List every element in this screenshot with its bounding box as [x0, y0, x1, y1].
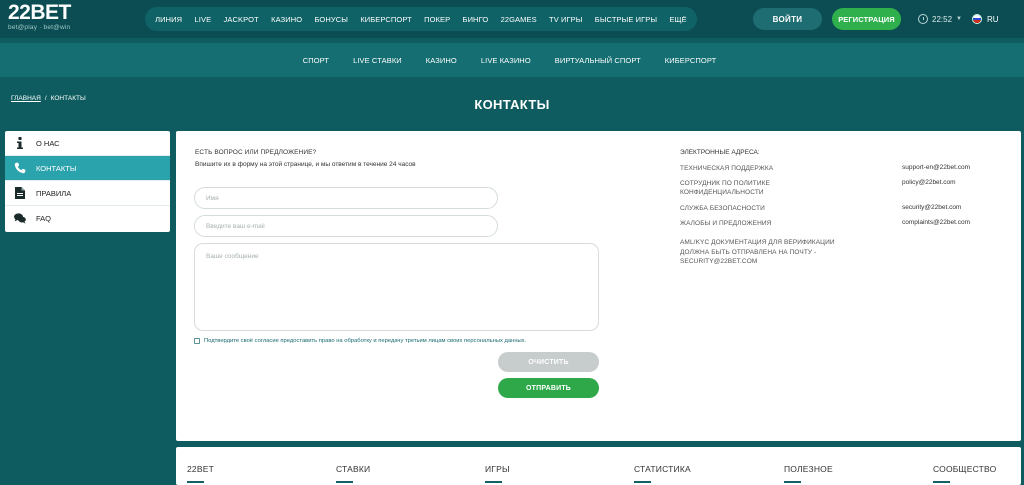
clock-icon — [918, 14, 928, 24]
register-button[interactable]: РЕГИСТРАЦИЯ — [832, 8, 901, 30]
nav-item-tv-games[interactable]: TV ИГРЫ — [549, 15, 582, 24]
chat-icon — [14, 213, 26, 225]
nav-item-more[interactable]: ЕЩЁ — [669, 15, 686, 24]
email-label: ЖАЛОБЫ И ПРЕДЛОЖЕНИЯ — [680, 220, 772, 227]
nav-item-fast-games[interactable]: БЫСТРЫЕ ИГРЫ — [595, 15, 657, 24]
email-label: ТЕХНИЧЕСКАЯ ПОДДЕРЖКА — [680, 165, 774, 172]
aml-kyc-note: AML/KYC ДОКУМЕНТАЦИЯ ДЛЯ ВЕРИФИКАЦИИ ДОЛ… — [680, 239, 835, 265]
sidebar-item-about[interactable]: О НАС — [5, 131, 170, 156]
footer-column-title: ПОЛЕЗНОЕ — [784, 464, 833, 474]
email-value[interactable]: security@22bet.com — [902, 204, 961, 211]
form-title: ЕСТЬ ВОПРОС ИЛИ ПРЕДЛОЖЕНИЕ? — [195, 149, 317, 156]
footer-column-title: СООБЩЕСТВО — [933, 464, 997, 474]
nav-item-bonuses[interactable]: БОНУСЫ — [314, 15, 348, 24]
subnav-item-casino[interactable]: КАЗИНО — [426, 56, 457, 65]
subnav-item-virtual-sport[interactable]: ВИРТУАЛЬНЫЙ СПОРТ — [555, 56, 641, 65]
sidebar-item-label: ПРАВИЛА — [36, 188, 72, 198]
page-title: КОНТАКТЫ — [474, 97, 550, 112]
nav-item-bingo[interactable]: БИНГО — [463, 15, 489, 24]
footer-column-title: ИГРЫ — [485, 464, 510, 474]
phone-icon — [14, 162, 26, 174]
sidebar-item-label: О НАС — [36, 138, 60, 148]
footer-divider — [187, 481, 204, 483]
footer-column-games[interactable]: ИГРЫ — [485, 464, 510, 483]
logo[interactable]: 22BET bet@play · bet@win — [8, 1, 108, 35]
chevron-down-icon: ▼ — [956, 16, 962, 22]
consent-text: Подтвердите своё согласие предоставить п… — [204, 338, 527, 344]
contact-card: ЕСТЬ ВОПРОС ИЛИ ПРЕДЛОЖЕНИЕ? Впишите их … — [176, 131, 1021, 441]
login-button[interactable]: ВОЙТИ — [753, 8, 822, 30]
footer-column-community[interactable]: СООБЩЕСТВО — [933, 464, 996, 483]
email-label: СЛУЖБА БЕЗОПАСНОСТИ — [680, 205, 765, 212]
logo-number: 22 — [8, 1, 31, 24]
form-subtitle: Впишите их в форму на этой странице, и м… — [195, 161, 416, 168]
subnav-item-live-casino[interactable]: LIVE КАЗИНО — [481, 56, 531, 65]
email-label: СОТРУДНИК ПО ПОЛИТИКЕ КОНФИДЕНЦИАЛЬНОСТИ — [680, 180, 770, 196]
language-selector[interactable]: RU — [972, 12, 999, 26]
sidebar: О НАС КОНТАКТЫ ПРАВИЛА FAQ — [5, 131, 170, 232]
footer-column-title: 22BET — [187, 464, 214, 474]
email-row: СЛУЖБА БЕЗОПАСНОСТИ security@22bet.com — [680, 204, 1000, 213]
email-row: СОТРУДНИК ПО ПОЛИТИКЕ КОНФИДЕНЦИАЛЬНОСТИ… — [680, 179, 1000, 197]
nav-item-22games[interactable]: 22GAMES — [501, 15, 537, 24]
sidebar-item-rules[interactable]: ПРАВИЛА — [5, 181, 170, 206]
emails-heading: ЭЛЕКТРОННЫЕ АДРЕСА: — [680, 149, 760, 156]
logo-wordmark: 22BET — [8, 1, 108, 24]
footer-column-statistics[interactable]: СТАТИСТИКА — [634, 464, 691, 483]
send-button[interactable]: ОТПРАВИТЬ — [498, 378, 599, 398]
sidebar-item-label: FAQ — [36, 214, 52, 223]
email-row: ТЕХНИЧЕСКАЯ ПОДДЕРЖКА support-en@22bet.c… — [680, 164, 1000, 173]
footer-divider — [784, 481, 801, 483]
email-value[interactable]: policy@22bet.com — [902, 179, 956, 186]
footer: 22BET СТАВКИ ИГРЫ СТАТИСТИКА ПОЛЕЗНОЕ СО… — [176, 447, 1021, 485]
info-icon — [14, 137, 26, 149]
russia-flag-icon — [972, 14, 982, 24]
nav-item-esports[interactable]: КИБЕРСПОРТ — [360, 15, 412, 24]
nav-item-casino[interactable]: КАЗИНО — [271, 15, 302, 24]
name-input[interactable]: Имя — [194, 187, 498, 209]
footer-divider — [336, 481, 353, 483]
document-icon — [14, 187, 26, 199]
footer-column-useful[interactable]: ПОЛЕЗНОЕ — [784, 464, 833, 483]
footer-column-title: СТАТИСТИКА — [634, 464, 691, 474]
sidebar-item-contacts[interactable]: КОНТАКТЫ — [5, 156, 170, 181]
footer-column-title: СТАВКИ — [336, 464, 371, 474]
consent-row: Подтвердите своё согласие предоставить п… — [194, 338, 526, 344]
footer-divider — [933, 481, 950, 483]
footer-divider — [634, 481, 651, 483]
email-input[interactable]: Введите ваш e-mail — [194, 215, 498, 237]
subnav-item-live-bets[interactable]: LIVE СТАВКИ — [353, 56, 402, 65]
language-code: RU — [987, 14, 999, 24]
clock-time: 22:52 — [932, 14, 953, 24]
sidebar-item-label: КОНТАКТЫ — [36, 163, 77, 173]
footer-column-bets[interactable]: СТАВКИ — [336, 464, 370, 483]
secondary-nav: СПОРТ LIVE СТАВКИ КАЗИНО LIVE КАЗИНО ВИР… — [0, 43, 1024, 77]
clock-dropdown[interactable]: 22:52 ▼ — [918, 12, 962, 26]
main-nav: ЛИНИЯ LIVE JACKPOT КАЗИНО БОНУСЫ КИБЕРСП… — [145, 7, 697, 31]
nav-item-line[interactable]: ЛИНИЯ — [155, 15, 182, 24]
footer-divider — [485, 481, 502, 483]
subnav-item-esports[interactable]: КИБЕРСПОРТ — [665, 56, 717, 65]
email-row: ЖАЛОБЫ И ПРЕДЛОЖЕНИЯ complaints@22bet.co… — [680, 219, 1000, 228]
email-value[interactable]: support-en@22bet.com — [902, 164, 970, 171]
subnav-item-sport[interactable]: СПОРТ — [303, 56, 329, 65]
email-value[interactable]: complaints@22bet.com — [902, 219, 970, 226]
logo-text: BET — [30, 1, 71, 24]
sidebar-item-faq[interactable]: FAQ — [5, 206, 170, 231]
nav-item-jackpot[interactable]: JACKPOT — [224, 15, 259, 24]
nav-item-poker[interactable]: ПОКЕР — [424, 15, 450, 24]
nav-item-live[interactable]: LIVE — [195, 15, 212, 24]
clear-button[interactable]: ОЧИСТИТЬ — [498, 352, 599, 372]
footer-column-22bet[interactable]: 22BET — [187, 464, 214, 483]
message-textarea[interactable]: Ваше сообщение — [194, 243, 599, 331]
top-header: 22BET bet@play · bet@win ЛИНИЯ LIVE JACK… — [0, 0, 1024, 38]
consent-checkbox[interactable] — [194, 338, 200, 344]
logo-tagline: bet@play · bet@win — [8, 24, 71, 31]
